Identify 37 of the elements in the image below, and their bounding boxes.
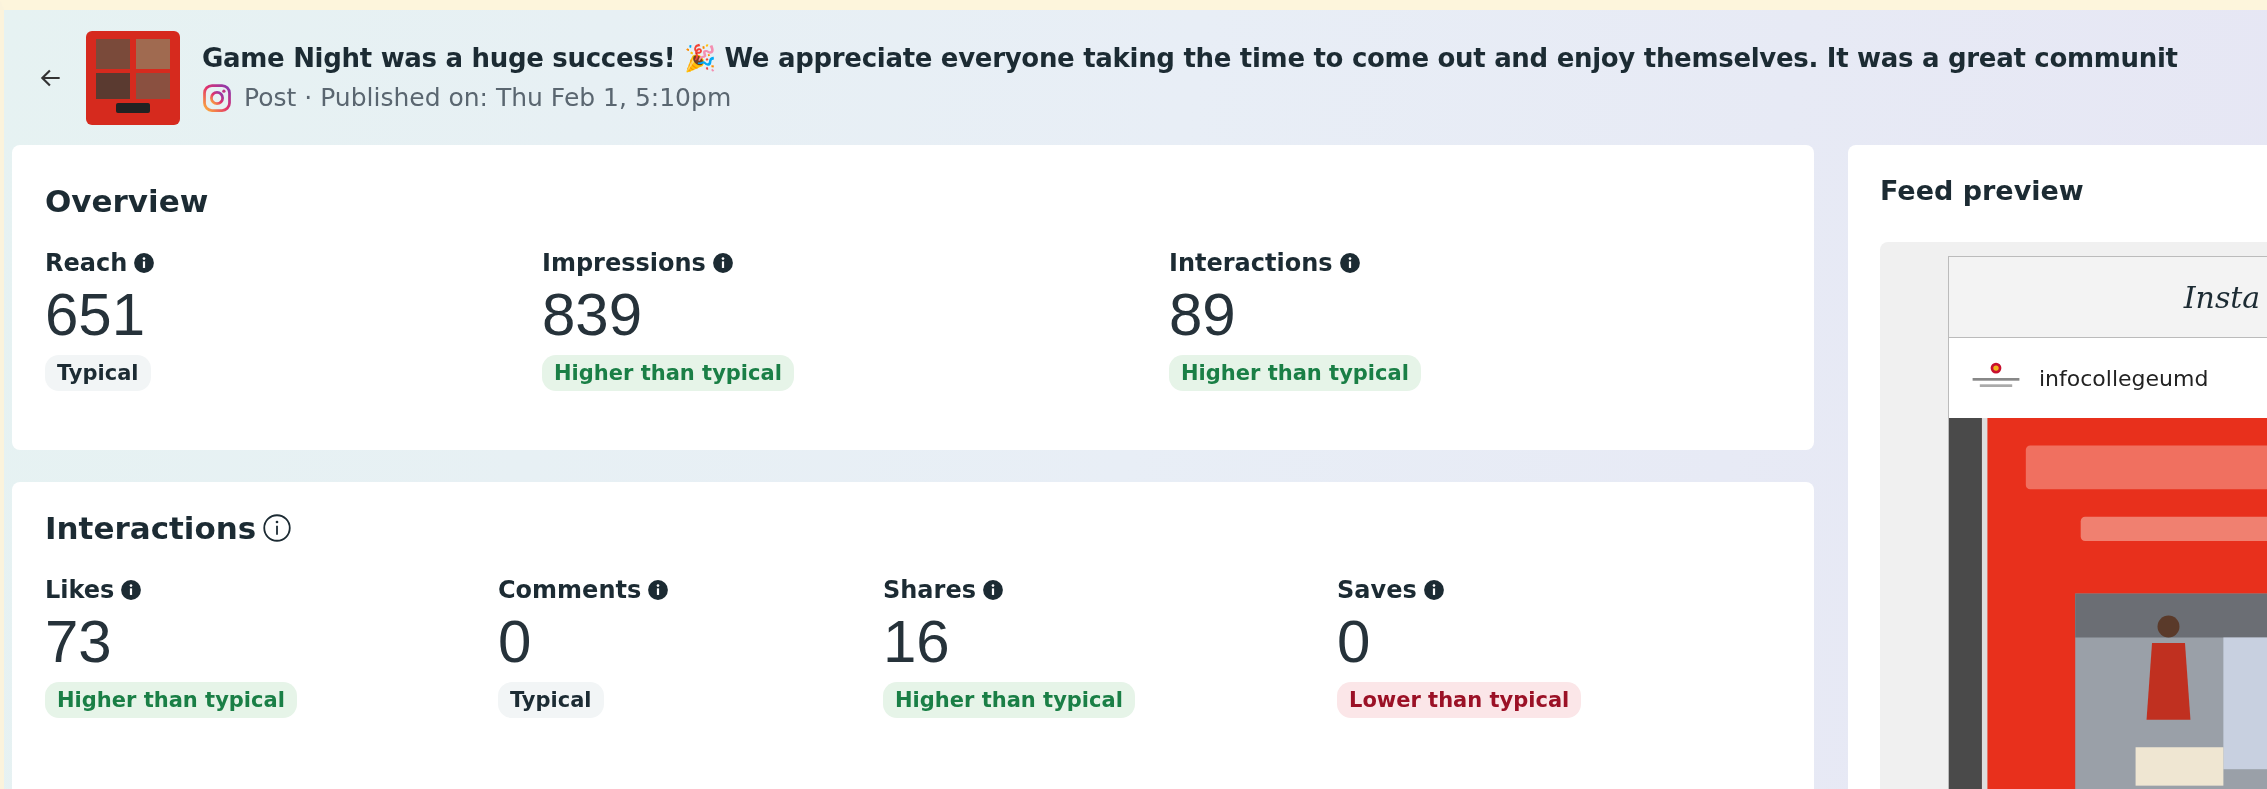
- comparison-badge: Lower than typical: [1337, 682, 1582, 718]
- metric-value: 89: [1169, 280, 1236, 350]
- instagram-icon: [202, 82, 232, 113]
- metric-value: 651: [45, 280, 146, 350]
- info-icon[interactable]: [120, 579, 143, 601]
- account-name: infocollegeumd: [2039, 365, 2209, 391]
- metric-label: Impressions: [542, 249, 706, 277]
- info-icon[interactable]: [711, 252, 734, 274]
- metric-label: Interactions: [1169, 249, 1333, 277]
- comparison-badge: Higher than typical: [542, 355, 794, 391]
- post-meta: Post · Published on: Thu Feb 1, 5:10pm: [244, 83, 732, 112]
- metric-value: 16: [883, 607, 950, 677]
- metric-label: Saves: [1337, 576, 1417, 604]
- info-icon[interactable]: [1338, 252, 1361, 274]
- comparison-badge: Typical: [45, 355, 151, 391]
- comparison-badge: Higher than typical: [1169, 355, 1421, 391]
- comparison-badge: Typical: [498, 682, 604, 718]
- metric-value: 0: [498, 607, 532, 677]
- info-icon[interactable]: [1422, 579, 1445, 601]
- info-icon[interactable]: [647, 579, 670, 601]
- comparison-badge: Higher than typical: [883, 682, 1135, 718]
- post-title: Game Night was a huge success! 🎉 We appreciate everyone taking the time to come out and enjoy themselves. It was a great communit: [202, 42, 2178, 73]
- metric-value: 73: [45, 607, 112, 677]
- info-icon[interactable]: [133, 252, 156, 274]
- info-icon[interactable]: [262, 513, 293, 543]
- card-title: Feed preview: [1880, 175, 2085, 206]
- metric-value: 839: [542, 280, 643, 350]
- metric-label: Comments: [498, 576, 642, 604]
- comparison-badge: Higher than typical: [45, 682, 297, 718]
- card-title: Interactions: [45, 510, 257, 546]
- card-title: Overview: [45, 183, 210, 219]
- info-icon[interactable]: [981, 579, 1004, 601]
- app-wordmark: Insta: [2183, 279, 2261, 315]
- metric-value: 0: [1337, 607, 1371, 677]
- metric-label: Shares: [883, 576, 976, 604]
- metric-label: Likes: [45, 576, 115, 604]
- metric-label: Reach: [45, 249, 128, 277]
